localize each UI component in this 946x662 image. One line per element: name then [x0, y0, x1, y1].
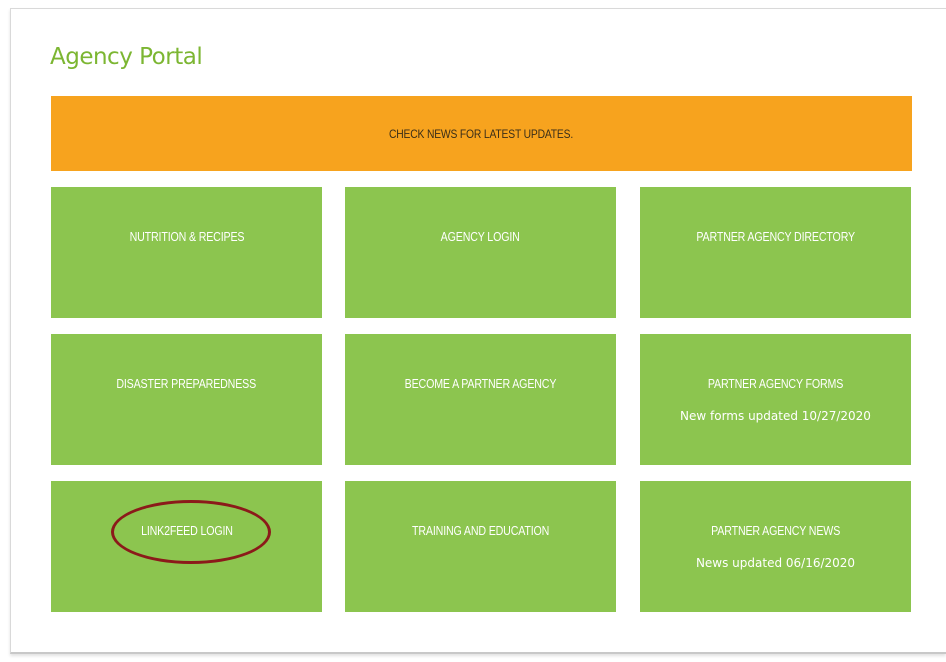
tile-label: BECOME A PARTNER AGENCY — [404, 376, 557, 391]
tile-label: AGENCY LOGIN — [440, 229, 521, 244]
tile-partner-agency-directory[interactable]: PARTNER AGENCY DIRECTORY — [640, 187, 911, 318]
tile-partner-agency-news[interactable]: PARTNER AGENCY NEWS News updated 06/16/2… — [640, 481, 911, 612]
tile-training-education[interactable]: TRAINING AND EDUCATION — [345, 481, 616, 612]
tile-become-partner-agency[interactable]: BECOME A PARTNER AGENCY — [345, 334, 616, 465]
tile-update-note: New forms updated 10/27/2020 — [680, 409, 871, 423]
tile-label: PARTNER AGENCY FORMS — [707, 376, 844, 391]
tile-label: PARTNER AGENCY DIRECTORY — [696, 229, 855, 244]
tile-label: DISASTER PREPAREDNESS — [116, 376, 257, 391]
tile-label: LINK2FEED LOGIN — [140, 523, 233, 538]
tile-link2feed-login[interactable]: LINK2FEED LOGIN — [51, 481, 322, 612]
tile-disaster-preparedness[interactable]: DISASTER PREPAREDNESS — [51, 334, 322, 465]
tile-nutrition-recipes[interactable]: NUTRITION & RECIPES — [51, 187, 322, 318]
tile-label: TRAINING AND EDUCATION — [411, 523, 550, 538]
tile-label: NUTRITION & RECIPES — [129, 229, 244, 244]
page-title: Agency Portal — [50, 44, 203, 70]
news-banner-link[interactable]: CHECK NEWS FOR LATEST UPDATES. — [51, 96, 912, 171]
tile-agency-login[interactable]: AGENCY LOGIN — [345, 187, 616, 318]
news-banner-text: CHECK NEWS FOR LATEST UPDATES. — [389, 126, 574, 141]
tile-update-note: News updated 06/16/2020 — [695, 556, 856, 570]
tile-label: PARTNER AGENCY NEWS — [711, 523, 840, 538]
tile-partner-agency-forms[interactable]: PARTNER AGENCY FORMS New forms updated 1… — [640, 334, 911, 465]
